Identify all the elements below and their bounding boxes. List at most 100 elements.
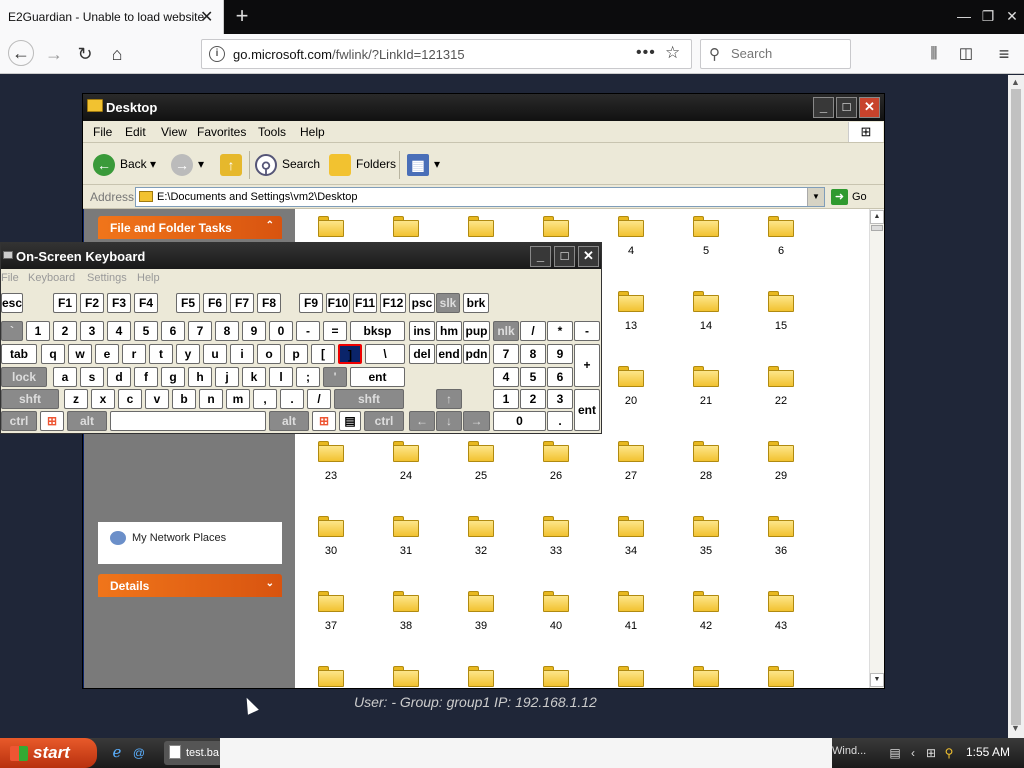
key-rshft[interactable]: shft xyxy=(334,389,404,409)
key-k4[interactable]: 4 xyxy=(493,367,519,387)
folder-item[interactable]: 6 xyxy=(751,212,811,272)
key-c[interactable]: c xyxy=(118,389,142,409)
file-view-scrollbar[interactable]: ▲ ▼ xyxy=(869,209,884,688)
key-comma[interactable]: , xyxy=(253,389,277,409)
folder-item[interactable]: 13 xyxy=(601,287,661,347)
key-n2[interactable]: 2 xyxy=(53,321,77,341)
folder-item[interactable]: 31 xyxy=(376,512,436,572)
key-brk[interactable]: brk xyxy=(463,293,489,313)
key-j[interactable]: j xyxy=(215,367,239,387)
key-k9[interactable]: 9 xyxy=(547,344,573,364)
scroll-down-icon[interactable]: ▼ xyxy=(1011,723,1020,733)
key-n3[interactable]: 3 xyxy=(80,321,104,341)
key-b[interactable]: b xyxy=(172,389,196,409)
forward-button[interactable]: → ▾ xyxy=(171,152,204,176)
folder-item[interactable]: 30 xyxy=(301,512,361,572)
folder-item[interactable]: 20 xyxy=(601,362,661,422)
magnifier-tray-icon[interactable]: ⚲ xyxy=(941,745,957,761)
key-slash[interactable]: / xyxy=(307,389,331,409)
folder-item[interactable]: 15 xyxy=(751,287,811,347)
back-arrow-icon[interactable]: ← xyxy=(8,40,34,66)
key-del[interactable]: del xyxy=(409,344,435,364)
maximize-button[interactable]: □ xyxy=(836,97,857,118)
search-input[interactable] xyxy=(731,46,841,61)
key-n6[interactable]: 6 xyxy=(161,321,185,341)
key-rctrl[interactable]: ctrl xyxy=(364,411,404,431)
key-l[interactable]: l xyxy=(269,367,293,387)
key-t[interactable]: t xyxy=(149,344,173,364)
quicklaunch-icon[interactable]: @ xyxy=(131,745,147,761)
key-k5[interactable]: 5 xyxy=(520,367,546,387)
key-f6[interactable]: F6 xyxy=(203,293,227,313)
menu-file[interactable]: File xyxy=(93,125,112,139)
key-r[interactable]: r xyxy=(122,344,146,364)
key-right[interactable]: → xyxy=(463,411,490,431)
key-left[interactable]: ← xyxy=(409,411,435,431)
key-ent[interactable]: ent xyxy=(350,367,405,387)
folder-item[interactable]: 41 xyxy=(601,587,661,647)
close-button[interactable]: ✕ xyxy=(859,97,880,118)
key-equals[interactable]: = xyxy=(323,321,347,341)
info-icon[interactable]: i xyxy=(209,46,225,62)
menu-edit[interactable]: Edit xyxy=(125,125,146,139)
key-menu[interactable]: ▤ xyxy=(339,411,361,431)
folder-item[interactable] xyxy=(451,662,511,688)
folder-item[interactable]: 28 xyxy=(676,437,736,497)
key-w[interactable]: w xyxy=(68,344,92,364)
key-semi[interactable]: ; xyxy=(296,367,320,387)
key-f11[interactable]: F11 xyxy=(353,293,377,313)
browser-tab[interactable]: E2Guardian - Unable to load website ✕ xyxy=(0,0,224,34)
folders-button[interactable]: Folders xyxy=(329,152,396,176)
key-k[interactable]: k xyxy=(242,367,266,387)
key-e[interactable]: e xyxy=(95,344,119,364)
osk-title-bar[interactable]: On-Screen Keyboard _ □ ✕ xyxy=(1,243,601,269)
start-button[interactable]: start xyxy=(0,738,97,768)
folder-item[interactable]: 21 xyxy=(676,362,736,422)
osk-maximize-button[interactable]: □ xyxy=(554,246,575,267)
key-div[interactable]: / xyxy=(520,321,546,341)
key-n7[interactable]: 7 xyxy=(188,321,212,341)
folder-item[interactable] xyxy=(601,662,661,688)
key-ins[interactable]: ins xyxy=(409,321,435,341)
key-f10[interactable]: F10 xyxy=(326,293,350,313)
key-z[interactable]: z xyxy=(64,389,88,409)
key-m[interactable]: m xyxy=(226,389,250,409)
minimize-button[interactable]: _ xyxy=(813,97,834,118)
key-period[interactable]: . xyxy=(280,389,304,409)
key-y[interactable]: y xyxy=(176,344,200,364)
folder-item[interactable] xyxy=(751,662,811,688)
keyboard-tray-icon[interactable]: ▤ xyxy=(887,745,903,761)
folder-item[interactable]: 24 xyxy=(376,437,436,497)
key-psc[interactable]: psc xyxy=(409,293,435,313)
key-f12[interactable]: F12 xyxy=(380,293,406,313)
search-button[interactable]: ⚲ Search xyxy=(255,152,320,176)
key-k0[interactable]: 0 xyxy=(493,411,546,431)
key-f[interactable]: f xyxy=(134,367,158,387)
osk-minimize-button[interactable]: _ xyxy=(530,246,551,267)
key-u[interactable]: u xyxy=(203,344,227,364)
folder-item[interactable]: 14 xyxy=(676,287,736,347)
key-a[interactable]: a xyxy=(53,367,77,387)
key-space[interactable] xyxy=(110,411,266,431)
go-button[interactable]: ➜ Go xyxy=(831,188,867,206)
key-lock[interactable]: lock xyxy=(1,367,47,387)
key-k8[interactable]: 8 xyxy=(520,344,546,364)
key-lshft[interactable]: shft xyxy=(1,389,59,409)
scroll-thumb[interactable] xyxy=(871,225,883,231)
key-k6[interactable]: 6 xyxy=(547,367,573,387)
close-window-icon[interactable]: ✕ xyxy=(1002,6,1022,26)
folder-item[interactable]: 22 xyxy=(751,362,811,422)
new-tab-icon[interactable]: + xyxy=(230,3,254,29)
key-f7[interactable]: F7 xyxy=(230,293,254,313)
explorer-title-bar[interactable]: Desktop _ □ ✕ xyxy=(83,94,884,121)
key-d[interactable]: d xyxy=(107,367,131,387)
taskbar-item-test[interactable]: test.ba xyxy=(164,741,224,765)
key-sub[interactable]: - xyxy=(574,321,600,341)
folder-item[interactable]: 4 xyxy=(601,212,661,272)
folder-item[interactable]: 37 xyxy=(301,587,361,647)
reload-icon[interactable]: ↻ xyxy=(73,42,97,66)
folder-item[interactable]: 5 xyxy=(676,212,736,272)
key-up[interactable]: ↑ xyxy=(436,389,462,409)
tray-expand-icon[interactable]: ‹ xyxy=(905,745,921,761)
folder-item[interactable]: 38 xyxy=(376,587,436,647)
